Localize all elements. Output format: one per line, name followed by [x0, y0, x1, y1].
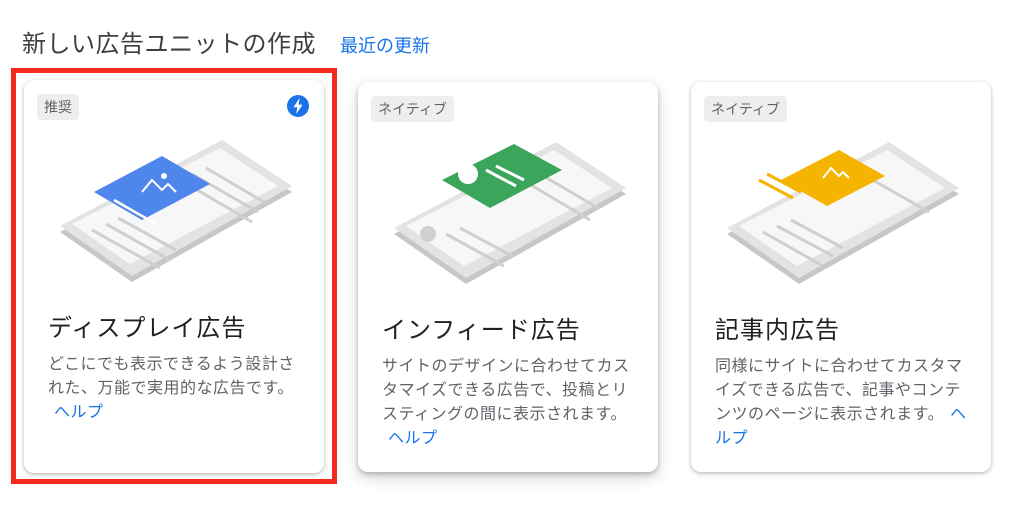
- inarticle-ad-illustration: [727, 142, 959, 284]
- display-ad-illustration: [60, 140, 292, 282]
- recommended-tag: 推奨: [37, 94, 79, 120]
- recent-updates-link[interactable]: 最近の更新: [340, 32, 430, 58]
- infeed-ad-card[interactable]: ネイティブ インフィード広告 サイトのデザインに合わせてカスタマイズできる広告で…: [358, 82, 658, 472]
- display-ad-card[interactable]: 推奨 ディスプレイ広告 どこにでも表示できるよう設計された、万能で実用的な広告で…: [24, 80, 324, 473]
- page-title: 新しい広告ユニットの作成: [22, 30, 316, 58]
- lightning-bolt-icon: [287, 95, 309, 117]
- card-description: 同様にサイトに合わせてカスタマイズできる広告で、記事やコンテンツのページに表示さ…: [715, 354, 973, 450]
- inarticle-ad-card[interactable]: ネイティブ 記事内広告 同様にサイトに合わせてカスタマイズできる広告で、記事やコ…: [691, 82, 991, 472]
- description-text: 同様にサイトに合わせてカスタマイズできる広告で、記事やコンテンツのページに表示さ…: [715, 356, 963, 423]
- infeed-ad-illustration: [394, 142, 626, 284]
- card-title: インフィード広告: [382, 316, 581, 344]
- card-title: ディスプレイ広告: [48, 314, 247, 342]
- card-description: サイトのデザインに合わせてカスタマイズできる広告で、投稿とリスティングの間に表示…: [382, 354, 640, 450]
- card-title: 記事内広告: [715, 316, 840, 344]
- help-link[interactable]: ヘルプ: [388, 428, 438, 447]
- description-text: サイトのデザインに合わせてカスタマイズできる広告で、投稿とリスティングの間に表示…: [382, 356, 630, 423]
- card-description: どこにでも表示できるよう設計された、万能で実用的な広告です。ヘルプ: [48, 352, 306, 424]
- native-tag: ネイティブ: [371, 96, 454, 122]
- native-tag: ネイティブ: [704, 96, 787, 122]
- help-link[interactable]: ヘルプ: [54, 402, 104, 421]
- page-header: 新しい広告ユニットの作成 最近の更新: [22, 24, 430, 59]
- description-text: どこにでも表示できるよう設計された、万能で実用的な広告です。: [48, 354, 295, 397]
